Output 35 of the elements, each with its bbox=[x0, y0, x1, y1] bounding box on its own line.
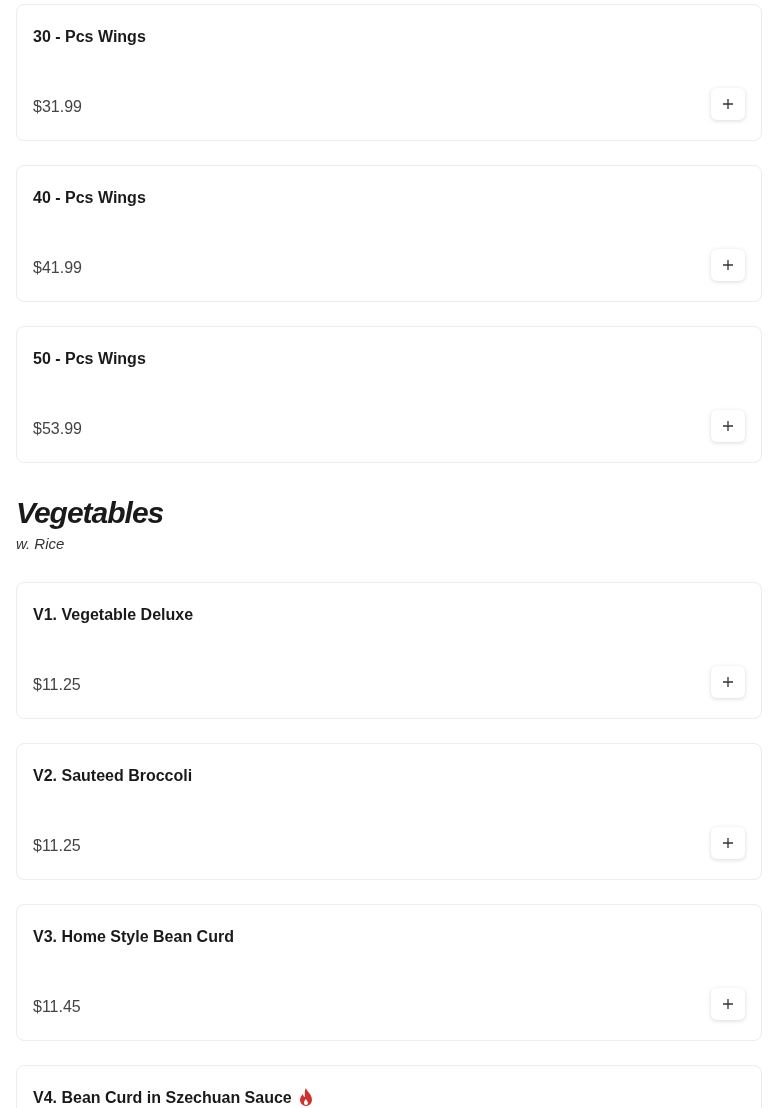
menu-item-card[interactable]: 30 - Pcs Wings $31.99 bbox=[16, 4, 762, 141]
plus-icon bbox=[723, 676, 733, 687]
item-price: $11.45 bbox=[33, 996, 81, 1017]
add-button[interactable] bbox=[711, 987, 745, 1020]
item-name: 40 - Pcs Wings bbox=[33, 188, 146, 208]
section-subtitle: w. Rice bbox=[16, 534, 66, 554]
item-name: V2. Sauteed Broccoli bbox=[33, 765, 193, 786]
menu-item-card[interactable]: 50 - Pcs Wings $53.99 bbox=[16, 326, 762, 463]
add-button[interactable] bbox=[711, 88, 745, 120]
item-price: $11.25 bbox=[33, 674, 81, 695]
item-name: V1. Vegetable Deluxe bbox=[33, 604, 194, 625]
plus-icon bbox=[723, 837, 733, 848]
section-title: Vegetables bbox=[16, 495, 165, 531]
item-name: V4. Bean Curd in Szechuan Sauce bbox=[33, 1087, 292, 1108]
menu-item-card[interactable]: 40 - Pcs Wings $41.99 bbox=[16, 165, 762, 302]
plus-icon bbox=[723, 99, 733, 109]
item-price: $41.99 bbox=[33, 258, 82, 278]
add-button[interactable] bbox=[711, 826, 745, 859]
item-price: $53.99 bbox=[33, 419, 82, 439]
menu-item-card[interactable]: V3. Home Style Bean Curd $11.45 bbox=[16, 903, 762, 1041]
add-button[interactable] bbox=[711, 249, 745, 281]
menu-item-card[interactable]: V2. Sauteed Broccoli $11.25 bbox=[16, 742, 762, 880]
item-name: V3. Home Style Bean Curd bbox=[33, 926, 234, 947]
menu-item-card[interactable]: V1. Vegetable Deluxe $11.25 bbox=[16, 581, 762, 719]
menu-item-card[interactable]: V4. Bean Curd in Szechuan Sauce bbox=[16, 1064, 762, 1108]
plus-icon bbox=[723, 421, 733, 431]
flame-icon bbox=[297, 1088, 314, 1107]
plus-icon bbox=[723, 260, 733, 270]
add-button[interactable] bbox=[711, 665, 745, 698]
item-price: $11.25 bbox=[33, 835, 81, 856]
item-price: $31.99 bbox=[33, 97, 82, 117]
add-button[interactable] bbox=[711, 410, 745, 442]
plus-icon bbox=[723, 998, 733, 1009]
item-name: 50 - Pcs Wings bbox=[33, 349, 146, 369]
item-name: 30 - Pcs Wings bbox=[33, 27, 146, 47]
